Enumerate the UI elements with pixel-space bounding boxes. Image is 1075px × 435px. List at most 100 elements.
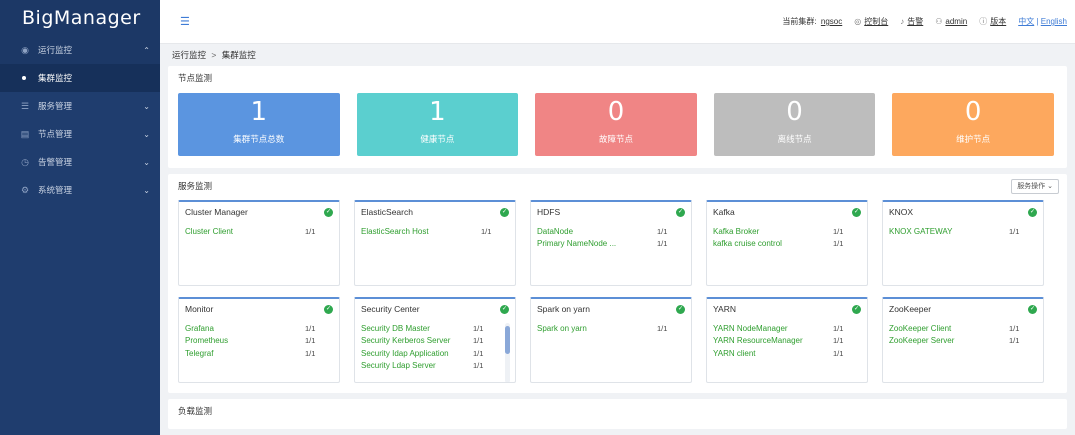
component-count: 1/1 — [833, 226, 844, 236]
service-row[interactable]: Kafka Broker 1/1 — [713, 225, 861, 238]
sidebar-item-runtime-monitor[interactable]: ◉ 运行监控 ⌃ — [0, 36, 160, 64]
component-name: Security Kerberos Server — [361, 336, 451, 346]
service-row[interactable]: Primary NameNode ... 1/1 — [537, 238, 685, 251]
service-card[interactable]: YARN ✓ YARN NodeManager 1/1 YARN ResourceMan… — [706, 297, 868, 383]
node-card[interactable]: 0 离线节点 — [713, 93, 876, 156]
node-label: 维护节点 — [956, 134, 991, 144]
service-row[interactable]: DataNode 1/1 — [537, 225, 685, 238]
globe-icon: ◎ — [854, 17, 862, 26]
menu-toggle-icon[interactable]: ☰ — [180, 15, 190, 28]
sidebar-item-service-management[interactable]: ☰ 服务管理 ⌄ — [0, 92, 160, 120]
service-row[interactable]: Security DB Master 1/1 — [361, 322, 509, 335]
service-card-header: KNOX ✓ — [889, 207, 1037, 217]
service-card-header: Monitor ✓ — [185, 304, 333, 314]
alarm-link[interactable]: ♪ 告警 — [900, 16, 923, 27]
app-logo[interactable]: BigManager — [0, 0, 160, 36]
cluster-value: ngsoc — [820, 17, 843, 26]
sidebar-subitem-label: 集群监控 — [38, 73, 73, 83]
sidebar-item-node-management[interactable]: ▤ 节点管理 ⌄ — [0, 120, 160, 148]
chevron-up-icon: ⌃ — [143, 45, 150, 55]
node-card[interactable]: 1 健康节点 — [356, 93, 519, 156]
service-row[interactable]: Cluster Client 1/1 — [185, 225, 333, 238]
service-title: KNOX — [889, 207, 914, 217]
component-count: 1/1 — [305, 323, 316, 333]
component-name: kafka cruise control — [713, 239, 782, 249]
service-row[interactable]: Spark on yarn 1/1 — [537, 322, 685, 335]
service-card-header: Kafka ✓ — [713, 207, 861, 217]
service-card[interactable]: ZooKeeper ✓ ZooKeeper Client 1/1 ZooKeeper S… — [882, 297, 1044, 383]
service-card-grid: Cluster Manager ✓ Cluster Client 1/1 Elastic… — [168, 198, 1067, 393]
node-count: 0 — [786, 97, 803, 127]
service-row[interactable]: Security Ldap Server 1/1 — [361, 360, 509, 373]
service-card[interactable]: Security Center ✓ Security DB Master 1/1 Sec… — [354, 297, 516, 383]
service-card[interactable]: HDFS ✓ DataNode 1/1 Primary NameNode ... 1/1 — [530, 200, 692, 286]
version-label: 版本 — [990, 17, 1007, 26]
sidebar-item-label: 服务管理 — [38, 101, 73, 111]
service-card-header: ElasticSearch ✓ — [361, 207, 509, 217]
node-card[interactable]: 1 集群节点总数 — [178, 93, 340, 156]
current-cluster[interactable]: 当前集群: ngsoc — [782, 16, 842, 27]
service-card[interactable]: Spark on yarn ✓ Spark on yarn 1/1 — [530, 297, 692, 383]
gear-icon: ⚙ — [20, 184, 30, 195]
service-card[interactable]: Monitor ✓ Grafana 1/1 Prometheus 1/1 Telegraf 1… — [178, 297, 340, 383]
service-row[interactable]: YARN client 1/1 — [713, 347, 861, 360]
service-title: Monitor — [185, 304, 214, 314]
component-name: Telegraf — [185, 348, 214, 358]
service-row[interactable]: Prometheus 1/1 — [185, 335, 333, 348]
service-row[interactable]: Grafana 1/1 — [185, 322, 333, 335]
service-row[interactable]: Security Kerberos Server 1/1 — [361, 335, 509, 348]
service-operations-button[interactable]: 服务操作 ⌄ — [1011, 178, 1059, 194]
service-card[interactable]: KNOX ✓ KNOX GATEWAY 1/1 — [882, 200, 1044, 286]
component-count: 1/1 — [833, 239, 844, 249]
component-count: 1/1 — [1009, 226, 1020, 236]
component-name: ElasticSearch Host — [361, 226, 429, 236]
sidebar-item-label: 告警管理 — [38, 157, 73, 167]
service-title: Spark on yarn — [537, 304, 590, 314]
service-row[interactable]: KNOX GATEWAY 1/1 — [889, 225, 1037, 238]
service-row[interactable]: kafka cruise control 1/1 — [713, 238, 861, 251]
console-link[interactable]: ◎ 控制台 — [854, 16, 888, 27]
lang-separator: | — [1036, 17, 1039, 26]
node-card[interactable]: 0 故障节点 — [535, 93, 697, 156]
service-row[interactable]: ZooKeeper Client 1/1 — [889, 322, 1037, 335]
service-title: HDFS — [537, 207, 561, 217]
component-name: YARN ResourceManager — [713, 336, 803, 346]
component-count: 1/1 — [473, 348, 484, 358]
version-link[interactable]: ⓘ 版本 — [979, 16, 1006, 27]
lang-en-link[interactable]: English — [1041, 17, 1067, 26]
component-name: Primary NameNode ... — [537, 239, 617, 249]
service-row[interactable]: ElasticSearch Host 1/1 — [361, 225, 509, 238]
scrollbar-thumb[interactable] — [505, 326, 510, 354]
component-name: YARN NodeManager — [713, 323, 788, 333]
service-card-header: Cluster Manager ✓ — [185, 207, 333, 217]
service-row[interactable]: Telegraf 1/1 — [185, 347, 333, 360]
component-name: KNOX GATEWAY — [889, 226, 953, 236]
component-name: Prometheus — [185, 336, 229, 346]
node-label: 集群节点总数 — [233, 134, 285, 144]
user-menu[interactable]: ⚇ admin — [935, 17, 967, 26]
service-title: Kafka — [713, 207, 735, 217]
check-circle-icon: ✓ — [1028, 304, 1037, 314]
sidebar-item-system-management[interactable]: ⚙ 系统管理 ⌄ — [0, 176, 160, 204]
service-title: ElasticSearch — [361, 207, 413, 217]
service-row[interactable]: YARN ResourceManager 1/1 — [713, 335, 861, 348]
card-scrollbar[interactable] — [505, 323, 510, 382]
node-count: 0 — [607, 97, 625, 127]
service-row[interactable]: ZooKeeper Server 1/1 — [889, 335, 1037, 348]
service-card[interactable]: ElasticSearch ✓ ElasticSearch Host 1/1 — [354, 200, 516, 286]
service-row[interactable]: YARN NodeManager 1/1 — [713, 322, 861, 335]
node-card[interactable]: 0 维护节点 — [892, 93, 1054, 156]
console-label: 控制台 — [864, 17, 889, 26]
service-monitor-panel: 服务监测 服务操作 ⌄ Cluster Manager ✓ Cluster Clie… — [168, 174, 1067, 393]
lang-zh-link[interactable]: 中文 — [1018, 17, 1034, 26]
service-card[interactable]: Kafka ✓ Kafka Broker 1/1 kafka cruise contro… — [706, 200, 868, 286]
service-row[interactable]: Security Idap Application 1/1 — [361, 347, 509, 360]
language-switch: 中文 | English — [1018, 16, 1067, 27]
chevron-down-icon: ⌄ — [143, 157, 150, 167]
user-icon: ⚇ — [935, 17, 943, 26]
sidebar-item-alarm-management[interactable]: ◷ 告警管理 ⌄ — [0, 148, 160, 176]
sidebar-subitem-cluster-monitor[interactable]: 集群监控 — [0, 64, 160, 92]
breadcrumb-parent[interactable]: 运行监控 — [172, 50, 206, 60]
sidebar-item-label: 运行监控 — [38, 45, 73, 55]
service-card[interactable]: Cluster Manager ✓ Cluster Client 1/1 — [178, 200, 340, 286]
